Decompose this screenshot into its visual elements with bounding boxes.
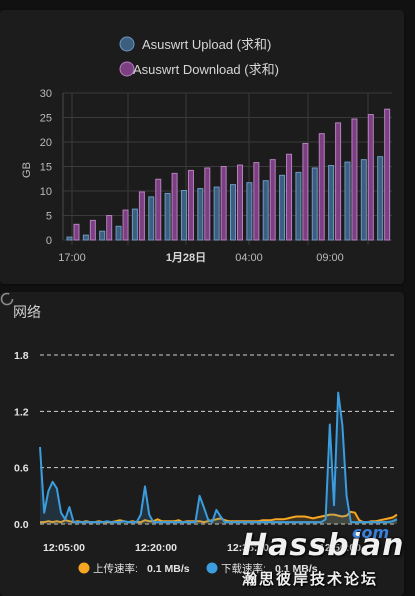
y-tick-label: 10 — [40, 186, 52, 198]
legend-swatch — [119, 36, 135, 52]
bar — [99, 230, 106, 241]
bar — [220, 166, 227, 241]
y-tick-label: 0 — [46, 235, 52, 247]
bar — [384, 108, 391, 241]
legend-swatch — [206, 562, 218, 574]
bar — [360, 159, 367, 241]
bar — [115, 225, 122, 241]
legend-label: 上传速率: — [93, 562, 138, 575]
bar — [66, 236, 73, 241]
y-tick-label: 5 — [46, 211, 52, 223]
bar — [328, 165, 335, 241]
bar — [197, 188, 204, 241]
y-axis-label: GB — [21, 162, 33, 178]
usage-chart: Asuswrt Upload (求和) Asuswrt Download (求和)… — [21, 36, 392, 264]
bar — [286, 153, 293, 241]
bar — [335, 122, 342, 241]
y-tick-label: 30 — [40, 88, 52, 100]
bar — [230, 184, 236, 241]
bar — [180, 190, 187, 241]
bar — [246, 182, 253, 241]
bar — [187, 169, 194, 241]
bar — [302, 142, 309, 241]
bar — [213, 186, 220, 241]
bar — [377, 156, 384, 241]
bar — [318, 133, 325, 241]
watermark-suffix: com — [352, 523, 390, 542]
bar — [131, 208, 138, 241]
usage-card: Asuswrt Upload (求和) Asuswrt Download (求和)… — [0, 10, 404, 284]
bar — [89, 219, 96, 241]
bar — [122, 209, 129, 241]
legend-swatch — [119, 61, 135, 77]
bar — [82, 234, 89, 241]
bar — [204, 167, 211, 241]
bar — [344, 161, 351, 241]
bar — [148, 196, 155, 241]
legend-label: Asuswrt Download (求和) — [133, 62, 279, 77]
bar — [164, 192, 171, 241]
x-tick-label: 1月28日 — [166, 251, 206, 264]
x-tick-label: 12:20:00 — [135, 542, 177, 554]
bar — [367, 114, 374, 241]
bar — [155, 178, 162, 241]
bar — [253, 162, 260, 241]
y-tick-label: 15 — [40, 162, 52, 174]
x-tick-label: 04:00 — [235, 252, 263, 264]
bar — [106, 215, 113, 241]
y-tick-label: 1.8 — [14, 350, 29, 362]
bar — [138, 191, 145, 241]
bar — [279, 174, 286, 241]
y-tick-label: 1.2 — [14, 406, 29, 418]
x-tick-label: 12:05:00 — [43, 542, 85, 554]
bar — [351, 118, 358, 241]
x-tick-label: 09:00 — [316, 252, 344, 264]
bar — [295, 171, 302, 241]
y-tick-label: 20 — [40, 137, 52, 149]
y-tick-label: 25 — [40, 113, 52, 125]
legend-swatch — [78, 562, 90, 574]
bar — [73, 223, 80, 241]
bar — [311, 167, 318, 241]
y-tick-label: 0.0 — [14, 519, 29, 531]
legend-value: 0.1 MB/s — [147, 563, 190, 575]
bar — [237, 164, 243, 241]
y-tick-label: 0.6 — [14, 463, 29, 475]
x-tick-label: 17:00 — [58, 252, 86, 264]
bar — [269, 159, 276, 241]
bar — [262, 180, 269, 241]
legend-label: Asuswrt Upload (求和) — [142, 37, 271, 52]
watermark-subtitle: 瀚思彼岸技术论坛 — [242, 570, 379, 588]
bar — [171, 172, 178, 241]
